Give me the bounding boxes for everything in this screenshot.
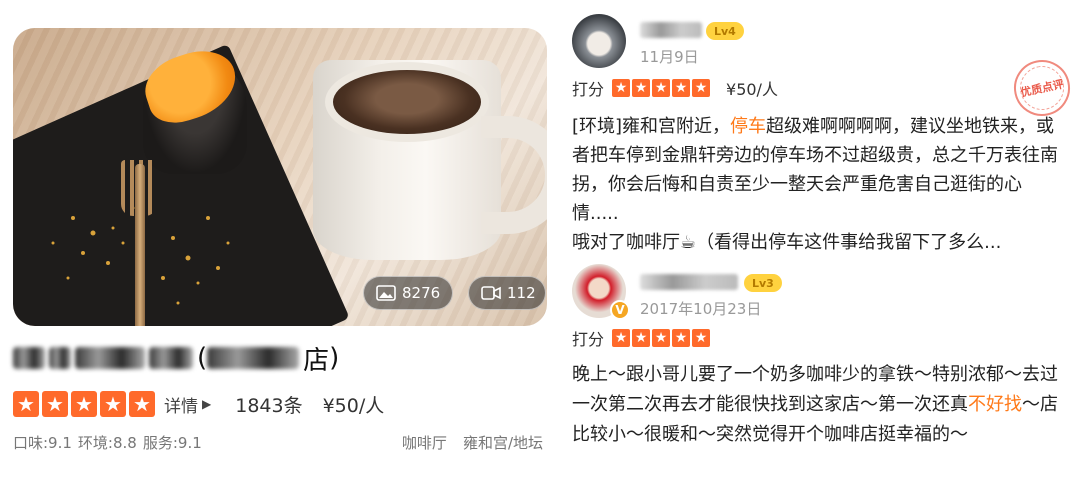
average-price: ¥50/人 bbox=[322, 394, 385, 417]
shop-name-suffix: 店 bbox=[303, 345, 330, 376]
score-label: 打分 bbox=[572, 80, 605, 99]
star-icon: ★ bbox=[612, 329, 631, 347]
photo-count: 8276 bbox=[402, 284, 441, 302]
review-text-part: [环境]雍和宫附近， bbox=[572, 116, 731, 137]
review-highlight: 停车 bbox=[730, 116, 767, 137]
environment-score: 环境:8.8 bbox=[77, 433, 137, 452]
photo-count-badge[interactable]: 8276 bbox=[363, 276, 453, 310]
star-icon: ★ bbox=[129, 391, 155, 417]
shop-location[interactable]: 雍和宫/地坛 bbox=[463, 432, 543, 453]
review-score-line: 打分 ★ ★ ★ ★ ★ ¥50/人 bbox=[572, 76, 778, 100]
review-price: ¥50/人 bbox=[726, 80, 778, 99]
star-icon: ★ bbox=[692, 79, 711, 97]
star-icon: ★ bbox=[652, 79, 671, 97]
detail-link[interactable]: 详情 ▶ bbox=[164, 392, 211, 417]
star-icon: ★ bbox=[672, 329, 691, 347]
star-icon: ★ bbox=[71, 391, 97, 417]
shop-category[interactable]: 咖啡厅 bbox=[402, 432, 447, 453]
star-icon: ★ bbox=[672, 79, 691, 97]
star-icon: ★ bbox=[652, 329, 671, 347]
star-icon: ★ bbox=[100, 391, 126, 417]
video-icon bbox=[481, 286, 501, 300]
fork-handle bbox=[135, 164, 145, 326]
shop-cover-image[interactable]: 8276 112 bbox=[13, 28, 547, 326]
video-count-badge[interactable]: 112 bbox=[468, 276, 546, 310]
star-icon: ★ bbox=[692, 329, 711, 347]
blurred-name-part bbox=[149, 347, 193, 369]
review-date: 11月9日 bbox=[640, 48, 699, 66]
taste-score: 口味:9.1 bbox=[13, 433, 72, 452]
image-icon bbox=[376, 285, 396, 301]
detail-label: 详情 bbox=[164, 396, 198, 417]
sub-scores-row: 口味:9.1 环境:8.8 服务:9.1 咖啡厅 雍和宫/地坛 bbox=[13, 430, 547, 454]
star-icon: ★ bbox=[42, 391, 68, 417]
level-badge: Lv3 bbox=[744, 274, 782, 292]
verified-v-icon: V bbox=[610, 300, 630, 320]
review-date: 2017年10月23日 bbox=[640, 300, 762, 318]
level-badge: Lv4 bbox=[706, 22, 744, 40]
shop-name[interactable]: ( 店 ) bbox=[13, 338, 339, 378]
shop-name-paren: ) bbox=[329, 343, 340, 373]
blurred-name-part bbox=[75, 347, 145, 369]
shop-rating-row: ★ ★ ★ ★ ★ 详情 ▶ 1843条 ¥50/人 bbox=[13, 390, 384, 418]
review-text[interactable]: [环境]雍和宫附近，停车超级难啊啊啊啊，建议坐地铁来，或者把车停到金鼎轩旁边的停… bbox=[572, 112, 1068, 228]
star-icon: ★ bbox=[13, 391, 39, 417]
blurred-name-part bbox=[207, 347, 300, 369]
video-count: 112 bbox=[507, 284, 536, 302]
coffee-surface bbox=[325, 62, 489, 142]
triangle-right-icon: ▶ bbox=[202, 397, 212, 411]
star-icon: ★ bbox=[612, 79, 631, 97]
stamp-text: 优质点评 bbox=[1019, 77, 1065, 100]
blurred-username[interactable] bbox=[640, 22, 702, 38]
blurred-username[interactable] bbox=[640, 274, 738, 290]
review-text[interactable]: 晚上～跟小哥儿要了一个奶多咖啡少的拿铁～特别浓郁～去过一次第二次再去才能很快找到… bbox=[572, 360, 1068, 450]
score-label: 打分 bbox=[572, 330, 605, 349]
avatar[interactable] bbox=[572, 14, 626, 68]
blurred-name-part bbox=[49, 347, 71, 369]
star-icon: ★ bbox=[632, 79, 651, 97]
service-score: 服务:9.1 bbox=[142, 433, 202, 452]
review-count: 1843条 bbox=[235, 394, 303, 417]
review-highlight: 不好找 bbox=[968, 394, 1022, 415]
review-score-line: 打分 ★ ★ ★ ★ ★ bbox=[572, 326, 712, 350]
blurred-name-part bbox=[13, 347, 45, 369]
mug-handle bbox=[481, 116, 547, 234]
shop-name-paren: ( bbox=[197, 343, 208, 373]
star-icon: ★ bbox=[632, 329, 651, 347]
review-text-continued[interactable]: 哦对了咖啡厅☕（看得出停车这件事给我留下了多么... bbox=[572, 228, 1068, 257]
